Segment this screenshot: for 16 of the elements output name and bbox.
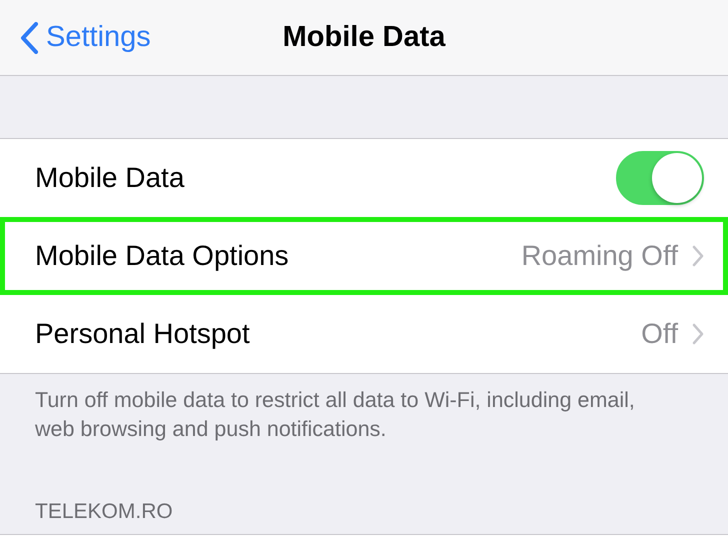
toggle-switch[interactable] (616, 151, 704, 205)
settings-row[interactable]: Mobile Data Options Roaming Off (0, 217, 728, 295)
row-value: Roaming Off (521, 240, 678, 272)
chevron-right-icon (692, 245, 704, 267)
row-label: Mobile Data (35, 162, 186, 194)
row-value: Off (641, 318, 678, 350)
row-label: Personal Hotspot (35, 318, 251, 350)
footer-note: Turn off mobile data to restrict all data to Wi-Fi, including email, web browsing and push notifications. (34, 387, 636, 443)
page-title: Mobile Data (282, 21, 446, 54)
back-button[interactable]: Settings (20, 0, 151, 75)
settings-row[interactable]: Mobile Data (0, 139, 728, 217)
section-header: TELEKOM.RO (34, 499, 174, 524)
chevron-left-icon (20, 22, 38, 54)
settings-row[interactable]: Personal Hotspot Off (0, 295, 728, 373)
chevron-right-icon (692, 323, 704, 345)
row-label: Mobile Data Options (35, 240, 290, 272)
